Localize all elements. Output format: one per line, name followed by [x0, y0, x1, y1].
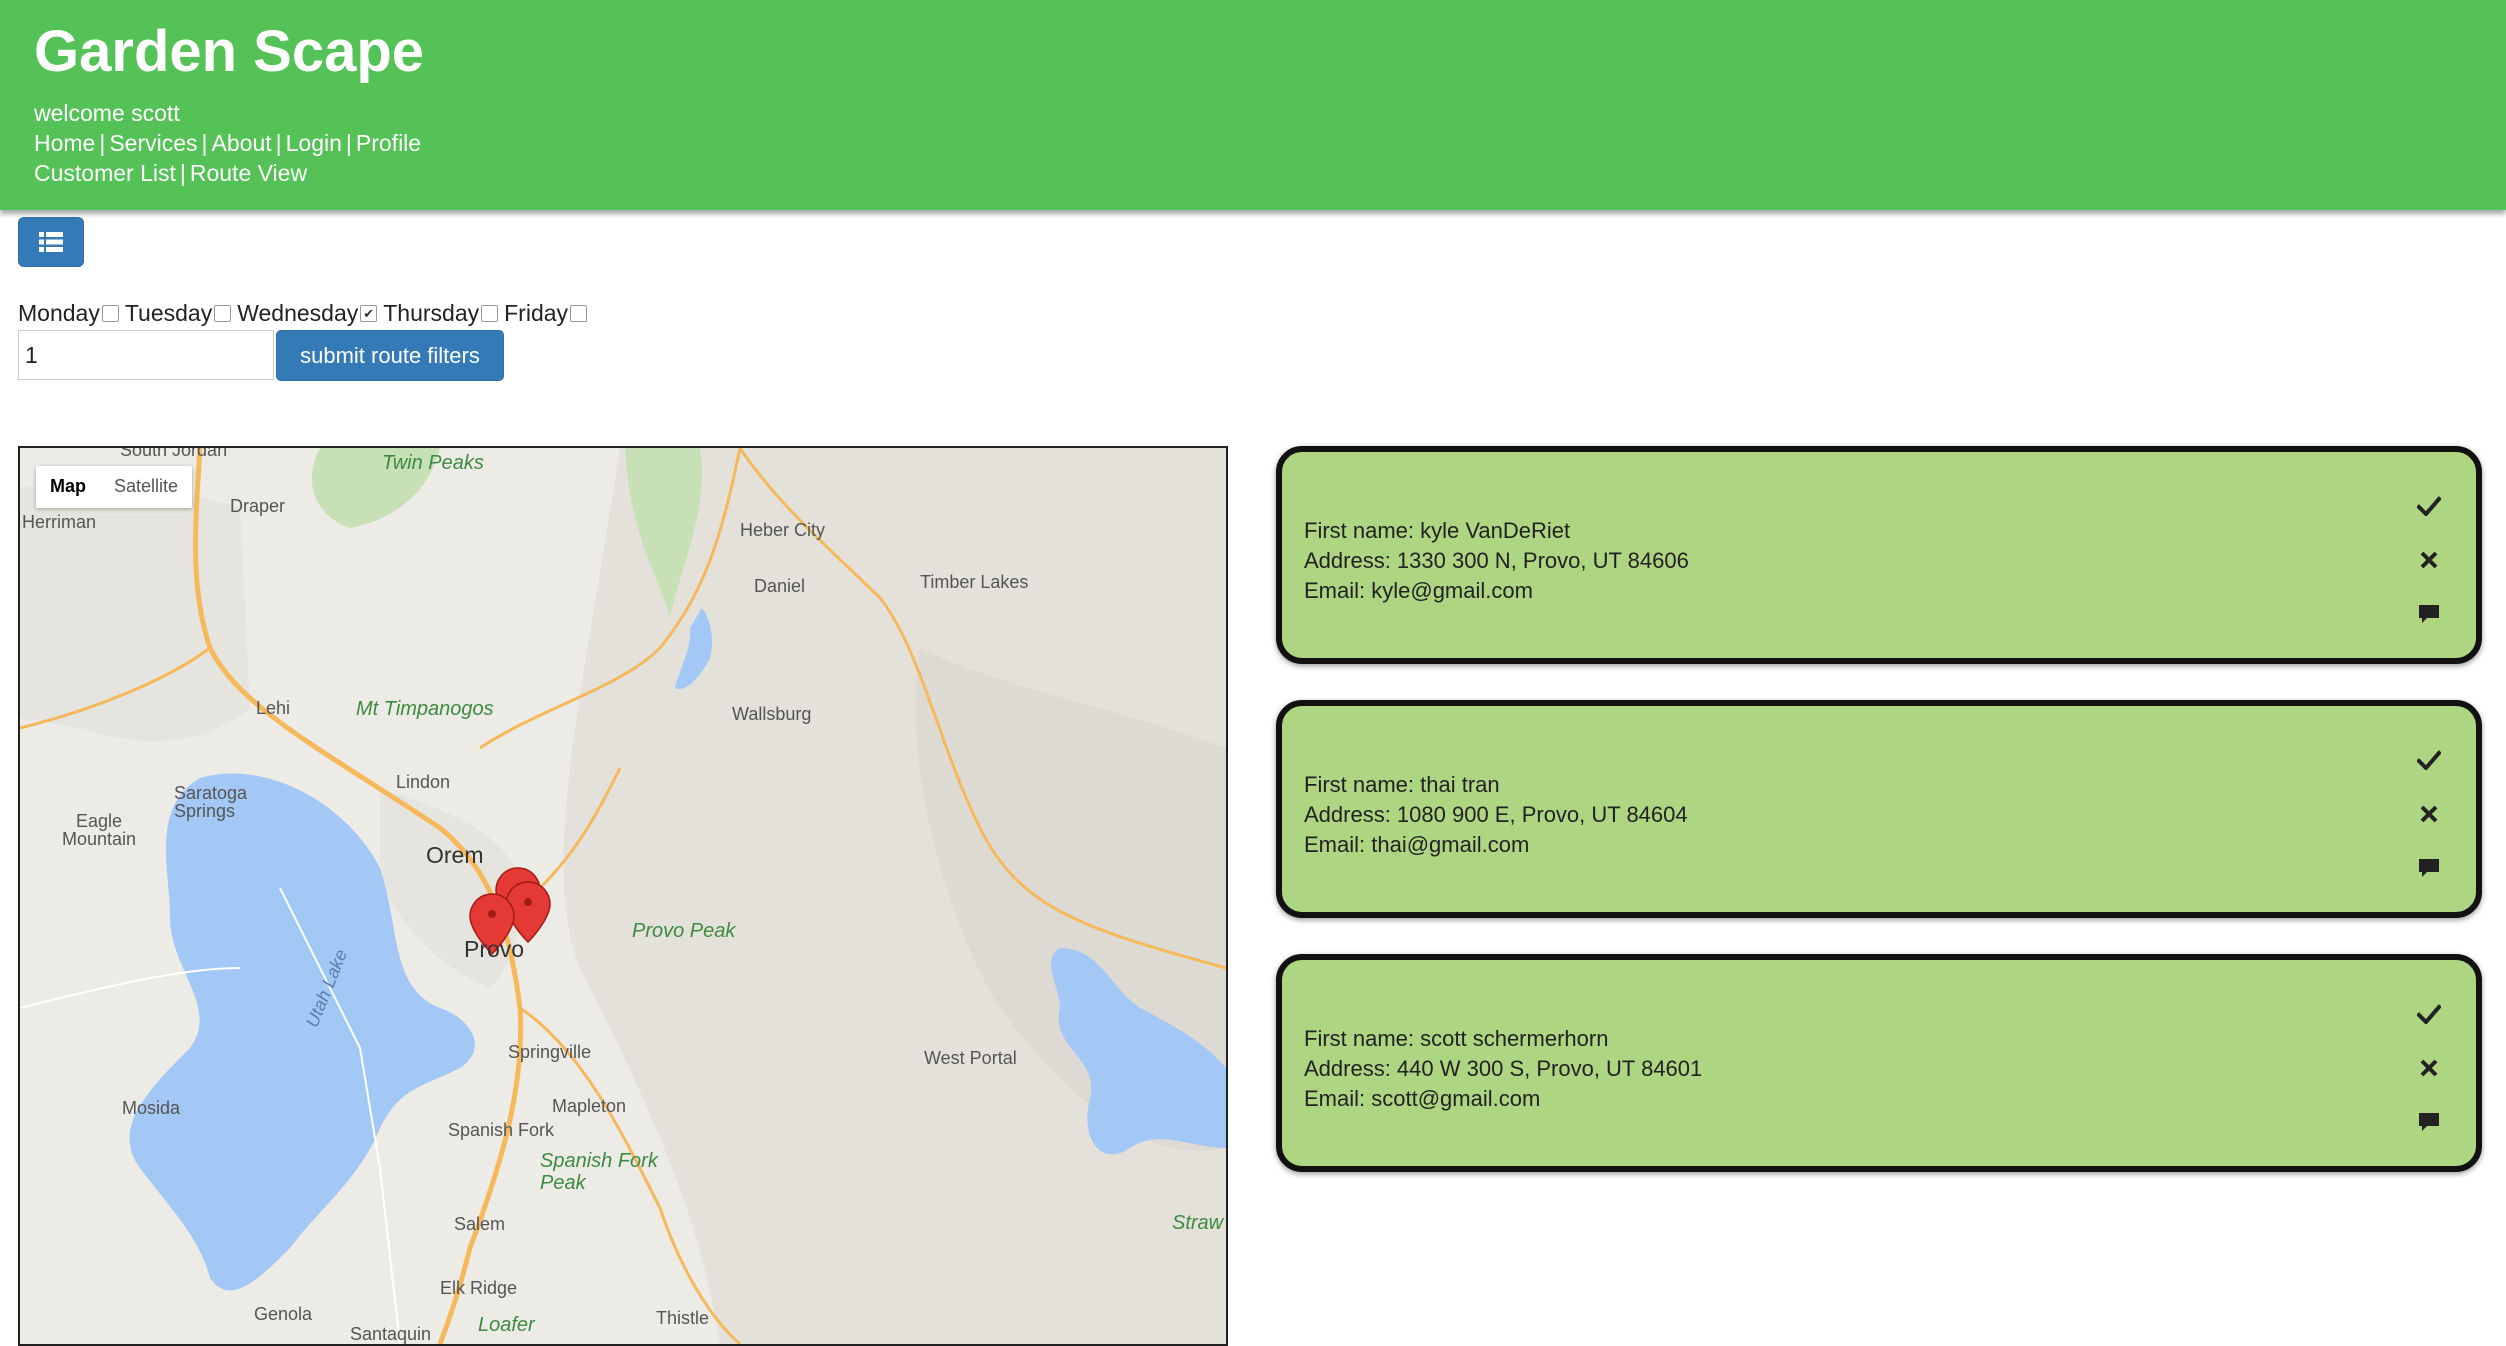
map-label: Lindon	[396, 772, 451, 792]
customer-first-name: First name: thai tran	[1304, 772, 1500, 797]
wednesday-checkbox[interactable]: ✔	[360, 305, 378, 322]
map-label-park: Straw	[1172, 1212, 1224, 1234]
nav-link-customer-list[interactable]: Customer List	[34, 160, 176, 186]
map-label: Herriman	[22, 512, 97, 532]
app-title: Garden Scape	[34, 19, 425, 84]
day-label: Tuesday	[124, 300, 213, 326]
customer-card: First name: scott schermerhorn Address: …	[1276, 954, 2482, 1172]
map-type-satellite-button[interactable]: Satellite	[100, 466, 192, 508]
customer-email: Email: thai@gmail.com	[1304, 832, 1530, 857]
check-icon[interactable]	[2416, 742, 2442, 778]
day-label: Wednesday	[237, 300, 359, 326]
map-label: Draper	[230, 496, 286, 516]
customer-first-name: First name: kyle VanDeRiet	[1304, 518, 1571, 543]
map-label: Heber City	[740, 520, 826, 540]
map-label: Salem	[454, 1214, 506, 1234]
tuesday-checkbox[interactable]	[214, 305, 232, 322]
map-label: Elk Ridge	[440, 1278, 518, 1298]
monday-checkbox[interactable]	[101, 305, 119, 322]
customer-actions	[2416, 488, 2442, 632]
day-filter-wednesday: Wednesday ✔	[237, 300, 378, 327]
day-filters: Monday Tuesday Wednesday ✔ Thursday Frida…	[18, 300, 593, 327]
nav-secondary: Customer List | Route View	[34, 160, 307, 187]
nav-separator: |	[99, 130, 106, 156]
map-type-control: Map Satellite	[36, 466, 193, 508]
comment-icon[interactable]	[2416, 850, 2442, 886]
day-filter-monday: Monday	[18, 300, 119, 327]
customer-actions	[2416, 996, 2442, 1140]
map-label: Wallsburg	[732, 704, 812, 724]
map-label-city: Provo	[464, 936, 525, 962]
customer-address: Address: 1080 900 E, Provo, UT 84604	[1304, 802, 1688, 827]
map-label: South Jordan	[120, 446, 228, 460]
customer-first-name: First name: scott schermerhorn	[1304, 1026, 1609, 1051]
map-label-park: Twin Peaks	[382, 452, 484, 474]
list-view-button[interactable]	[18, 217, 84, 267]
nav-primary: Home | Services | About | Login | Profile	[34, 130, 421, 157]
customer-details: First name: thai tran Address: 1080 900 …	[1304, 770, 1688, 860]
nav-link-route-view[interactable]: Route View	[190, 160, 307, 186]
thursday-checkbox[interactable]	[481, 305, 499, 322]
day-label: Monday	[18, 300, 100, 326]
nav-separator: |	[179, 160, 186, 186]
day-label: Friday	[504, 300, 569, 326]
map-label: Lehi	[256, 698, 291, 718]
nav-link-services[interactable]: Services	[109, 130, 197, 156]
map-label: Mapleton	[552, 1096, 627, 1116]
route-number-input[interactable]	[18, 330, 274, 380]
check-icon[interactable]	[2416, 488, 2442, 524]
map-label: Genola	[254, 1304, 313, 1324]
route-map[interactable]: Map Satellite South Jordan Twin Peaks Dr…	[18, 446, 1228, 1346]
nav-separator: |	[201, 130, 208, 156]
map-label: Spanish Fork	[448, 1120, 555, 1140]
map-canvas	[20, 448, 1226, 1344]
customer-card: First name: kyle VanDeRiet Address: 1330…	[1276, 446, 2482, 664]
nav-separator: |	[275, 130, 282, 156]
map-label-park: Loafer	[478, 1314, 535, 1336]
close-icon[interactable]	[2416, 796, 2442, 832]
map-label: Mosida	[122, 1098, 181, 1118]
day-filter-friday: Friday	[504, 300, 588, 327]
welcome-message: welcome scott	[34, 100, 180, 126]
map-type-map-button[interactable]: Map	[36, 466, 100, 508]
nav-separator: |	[345, 130, 352, 156]
map-label: West Portal	[924, 1048, 1017, 1068]
app-header: Garden Scape welcome scott Home | Services…	[0, 0, 2506, 210]
map-label-city: Orem	[426, 842, 484, 868]
close-icon[interactable]	[2416, 542, 2442, 578]
map-label-park: Mt Timpanogos	[356, 698, 494, 720]
day-filter-thursday: Thursday	[383, 300, 499, 327]
map-label-park: Spanish Fork Peak	[540, 1150, 658, 1194]
comment-icon[interactable]	[2416, 596, 2442, 632]
customer-details: First name: kyle VanDeRiet Address: 1330…	[1304, 516, 1689, 606]
map-label: Daniel	[754, 576, 806, 596]
map-label-park: Provo Peak	[632, 920, 736, 942]
map-label: Santaquin	[350, 1324, 432, 1344]
customer-card: First name: thai tran Address: 1080 900 …	[1276, 700, 2482, 918]
day-filter-tuesday: Tuesday	[124, 300, 232, 327]
map-label: Thistle	[656, 1308, 710, 1328]
customer-email: Email: scott@gmail.com	[1304, 1086, 1541, 1111]
submit-route-filters-button[interactable]: submit route filters	[276, 330, 504, 381]
nav-link-home[interactable]: Home	[34, 130, 95, 156]
map-label: Saratoga Springs	[174, 783, 248, 821]
map-label: Springville	[508, 1042, 592, 1062]
nav-link-profile[interactable]: Profile	[356, 130, 421, 156]
customer-details: First name: scott schermerhorn Address: …	[1304, 1024, 1702, 1114]
check-icon[interactable]	[2416, 996, 2442, 1032]
nav-link-login[interactable]: Login	[286, 130, 342, 156]
nav-link-about[interactable]: About	[212, 130, 272, 156]
customer-address: Address: 1330 300 N, Provo, UT 84606	[1304, 548, 1689, 573]
comment-icon[interactable]	[2416, 1104, 2442, 1140]
customer-address: Address: 440 W 300 S, Provo, UT 84601	[1304, 1056, 1703, 1081]
friday-checkbox[interactable]	[570, 305, 588, 322]
customer-actions	[2416, 742, 2442, 886]
day-label: Thursday	[383, 300, 480, 326]
close-icon[interactable]	[2416, 1050, 2442, 1086]
customer-email: Email: kyle@gmail.com	[1304, 578, 1533, 603]
map-label: Eagle Mountain	[61, 811, 137, 849]
map-label: Timber Lakes	[920, 572, 1029, 592]
list-icon	[39, 232, 63, 252]
